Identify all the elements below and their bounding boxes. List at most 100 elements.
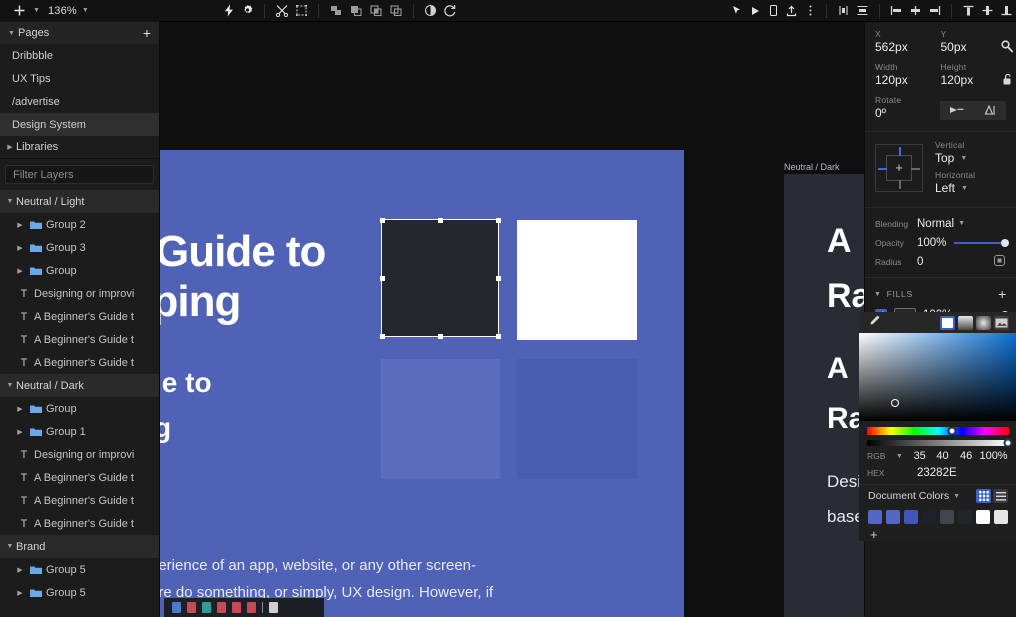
mask-icon[interactable] bbox=[421, 0, 440, 22]
layer-item[interactable]: ▶Group 5 bbox=[0, 558, 159, 581]
dark-headline-3[interactable]: A bbox=[827, 352, 849, 386]
align-center-horizontal-icon[interactable] bbox=[906, 0, 925, 22]
taskbar-app-1-icon[interactable] bbox=[172, 602, 181, 613]
page-item-design-system[interactable]: Design System bbox=[0, 113, 159, 136]
add-chevron-down-icon[interactable]: ▼ bbox=[33, 7, 40, 14]
chevron-down-icon[interactable]: ▼ bbox=[4, 543, 16, 550]
radius-row[interactable]: Radius 0 bbox=[865, 252, 1016, 271]
boolean-intersect-icon[interactable] bbox=[366, 0, 386, 22]
vertical-chevron-down-icon[interactable]: ▼ bbox=[960, 155, 967, 162]
layer-item[interactable]: TA Beginner's Guide t bbox=[0, 305, 159, 328]
sv-selector-dot[interactable] bbox=[891, 399, 899, 407]
headline-line-1[interactable]: Guide to bbox=[160, 227, 325, 277]
resize-handle-top-right[interactable] bbox=[496, 218, 501, 223]
opacity-row[interactable]: Opacity 100% bbox=[865, 233, 1016, 252]
hue-slider-knob[interactable] bbox=[948, 427, 957, 436]
constraint-top-bar[interactable] bbox=[899, 147, 901, 156]
document-colors-header[interactable]: Document Colors ▼ bbox=[859, 485, 1016, 507]
os-taskbar[interactable] bbox=[164, 598, 324, 617]
resize-handle-bottom-center[interactable] bbox=[438, 334, 443, 339]
taskbar-app-5-icon[interactable] bbox=[232, 602, 241, 613]
rotate-icon[interactable] bbox=[440, 0, 460, 22]
white-swatch[interactable] bbox=[517, 220, 637, 340]
align-right-icon[interactable] bbox=[925, 0, 944, 22]
resize-handle-middle-right[interactable] bbox=[496, 276, 501, 281]
add-document-color-button[interactable]: + bbox=[859, 524, 1016, 541]
pages-chevron-down-icon[interactable]: ▼ bbox=[8, 30, 18, 37]
page-item-dribbble[interactable]: Dribbble bbox=[0, 44, 159, 67]
page-item-ux-tips[interactable]: UX Tips bbox=[0, 67, 159, 90]
layers-list[interactable]: ▼ Neutral / Light ▶Group 2 ▶Group 3 ▶Gro… bbox=[0, 190, 159, 617]
constraints-widget[interactable]: + bbox=[875, 144, 923, 192]
zoom-chevron-down-icon[interactable]: ▼ bbox=[82, 7, 89, 14]
artboard-label-neutral-dark[interactable]: Neutral / Dark bbox=[784, 162, 840, 172]
opacity-slider[interactable] bbox=[954, 242, 1006, 244]
dark-headline-1[interactable]: A bbox=[827, 222, 852, 261]
filter-layers-input[interactable]: Filter Layers bbox=[5, 165, 154, 184]
y-value[interactable]: 50px bbox=[941, 40, 1007, 54]
play-icon[interactable] bbox=[746, 0, 764, 22]
taskbar-app-2-icon[interactable] bbox=[187, 602, 196, 613]
chevron-right-icon[interactable]: ▶ bbox=[14, 267, 26, 275]
align-center-vertical-icon[interactable] bbox=[834, 0, 853, 22]
chevron-right-icon[interactable]: ▶ bbox=[14, 221, 26, 229]
subheadline-line-1[interactable]: le to bbox=[160, 367, 212, 399]
independent-corners-icon[interactable] bbox=[993, 254, 1006, 270]
libraries-row[interactable]: ▶ Libraries bbox=[0, 136, 159, 159]
blending-chevron-down-icon[interactable]: ▼ bbox=[958, 220, 965, 227]
more-icon[interactable] bbox=[801, 0, 819, 22]
layer-item[interactable]: ▶Group bbox=[0, 397, 159, 420]
opacity-value[interactable]: 100% bbox=[917, 237, 946, 249]
alpha-slider[interactable] bbox=[867, 440, 1009, 446]
layer-item[interactable]: TA Beginner's Guide t bbox=[0, 351, 159, 374]
resize-handle-bottom-right[interactable] bbox=[496, 334, 501, 339]
search-icon[interactable] bbox=[1000, 39, 1014, 56]
chevron-right-icon[interactable]: ▶ bbox=[14, 244, 26, 252]
hue-slider[interactable] bbox=[867, 427, 1009, 435]
boolean-exclude-icon[interactable] bbox=[386, 0, 406, 22]
document-color-swatch[interactable] bbox=[904, 510, 918, 524]
saturation-value-area[interactable] bbox=[859, 333, 1016, 421]
rotate-value[interactable]: 0º bbox=[875, 106, 940, 120]
document-color-swatch[interactable] bbox=[976, 510, 990, 524]
lightning-icon[interactable] bbox=[220, 0, 238, 22]
alpha-value[interactable]: 100% bbox=[978, 450, 1009, 462]
chevron-right-icon[interactable]: ▶ bbox=[14, 405, 26, 413]
unlock-icon[interactable] bbox=[1002, 73, 1013, 89]
fills-section-header[interactable]: ▼ FILLS + bbox=[865, 284, 1016, 304]
vertical-constraint-value[interactable]: Top bbox=[935, 151, 954, 165]
boolean-subtract-icon[interactable] bbox=[346, 0, 366, 22]
layer-item[interactable]: ▶Group 1 bbox=[0, 420, 159, 443]
x-value[interactable]: 562px bbox=[875, 40, 941, 54]
resize-handle-top-center[interactable] bbox=[438, 218, 443, 223]
green-value[interactable]: 40 bbox=[931, 450, 955, 462]
solid-fill-icon[interactable] bbox=[940, 316, 955, 330]
layer-item[interactable]: ▶Group bbox=[0, 259, 159, 282]
dark-body-1[interactable]: Desi bbox=[827, 472, 861, 492]
libraries-chevron-right-icon[interactable]: ▶ bbox=[4, 143, 16, 151]
y-field[interactable]: Y 50px bbox=[941, 29, 1007, 54]
radius-value[interactable]: 0 bbox=[917, 256, 923, 268]
chevron-down-icon[interactable]: ▼ bbox=[4, 198, 16, 205]
align-top-icon[interactable] bbox=[959, 0, 978, 22]
eyedropper-icon[interactable] bbox=[867, 314, 881, 331]
flip-vertical-icon[interactable] bbox=[973, 101, 1006, 120]
document-colors-chevron-down-icon[interactable]: ▼ bbox=[953, 493, 960, 500]
constraint-bottom-bar[interactable] bbox=[899, 180, 901, 189]
color-mode-chevron-down-icon[interactable]: ▼ bbox=[896, 453, 903, 460]
taskbar-app-7-icon[interactable] bbox=[269, 602, 278, 613]
zoom-level-label[interactable]: 136% bbox=[42, 5, 78, 17]
list-view-icon[interactable] bbox=[993, 489, 1008, 503]
taskbar-app-4-icon[interactable] bbox=[217, 602, 226, 613]
layer-group-header-neutral-dark[interactable]: ▼ Neutral / Dark bbox=[0, 374, 159, 397]
layer-item[interactable]: ▶Group 3 bbox=[0, 236, 159, 259]
height-field[interactable]: Height 120px bbox=[941, 62, 1007, 87]
resize-handle-bottom-left[interactable] bbox=[380, 334, 385, 339]
taskbar-app-3-icon[interactable] bbox=[202, 602, 211, 613]
blue-swatch[interactable] bbox=[517, 359, 637, 479]
horizontal-constraint-value[interactable]: Left bbox=[935, 181, 955, 195]
flip-horizontal-icon[interactable] bbox=[940, 101, 973, 120]
add-fill-button[interactable]: + bbox=[998, 287, 1007, 301]
chevron-down-icon[interactable]: ▼ bbox=[4, 382, 16, 389]
blending-row[interactable]: Blending Normal ▼ bbox=[865, 214, 1016, 233]
